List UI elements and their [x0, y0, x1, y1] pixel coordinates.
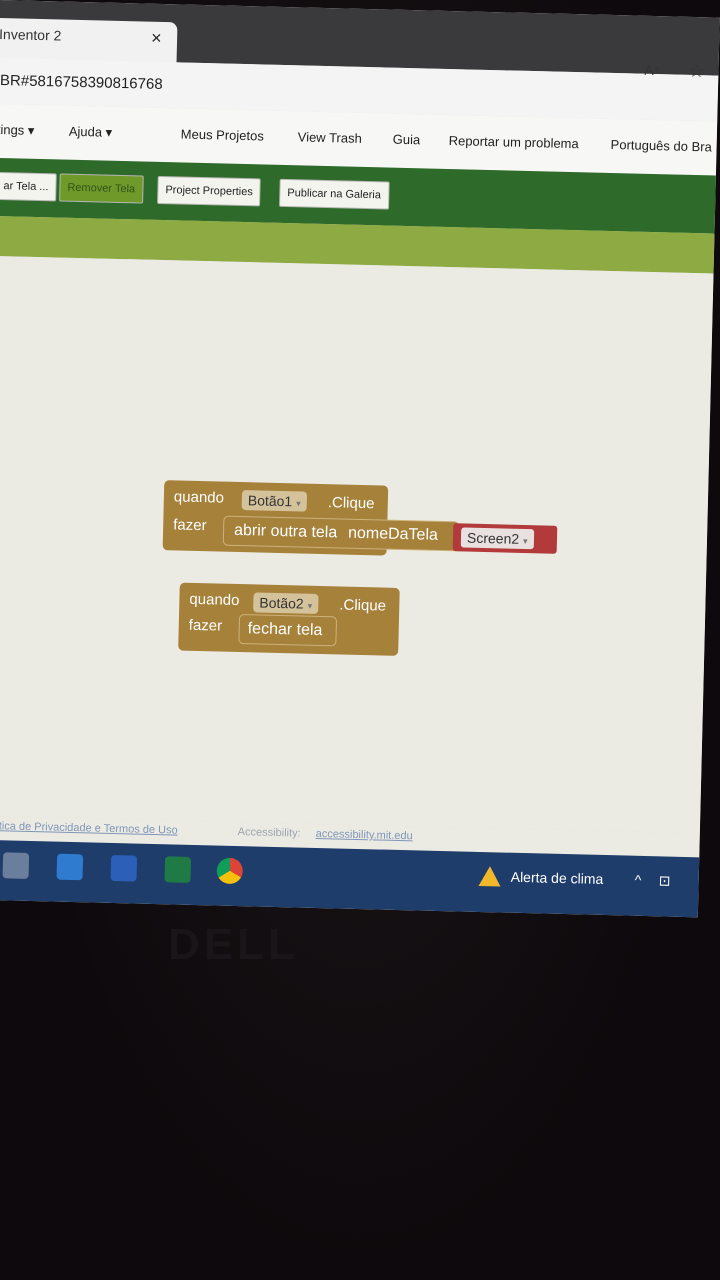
do-label: fazer: [173, 516, 207, 535]
brand-logo: DELL: [168, 920, 299, 969]
browser-tab[interactable]: Inventor 2 ×: [0, 17, 178, 65]
chevron-down-icon: ▾: [522, 535, 528, 547]
component-name: Botão2: [259, 594, 304, 612]
accessibility-label: Accessibility:: [237, 826, 301, 840]
accessibility-link[interactable]: accessibility.mit.edu: [316, 828, 413, 842]
screen-name-block[interactable]: Screen2 ▾: [452, 523, 558, 554]
laptop-screen: Inventor 2 × BR#5816758390816768 A⁴ ☆ ti…: [0, 0, 720, 918]
param-label: nomeDaTela: [347, 524, 439, 544]
component-dropdown[interactable]: Botão1 ▾: [241, 490, 307, 512]
network-icon[interactable]: ⊡: [658, 872, 670, 889]
blocks-workspace[interactable]: quando Botão1 ▾ .Clique fazer abrir outra…: [0, 255, 714, 834]
do-label: fazer: [188, 616, 223, 635]
remove-screen-button[interactable]: Remover Tela: [59, 173, 144, 204]
when-label: quando: [189, 590, 240, 610]
project-properties-button[interactable]: Project Properties: [157, 175, 262, 207]
close-screen-block[interactable]: fechar tela: [238, 614, 338, 647]
menu-my-projects[interactable]: Meus Projetos: [181, 126, 264, 143]
add-screen-button[interactable]: ar Tela ...: [0, 171, 57, 202]
store-icon[interactable]: [2, 852, 30, 879]
menu-settings[interactable]: tings ▾: [0, 122, 35, 139]
call-label: abrir outra tela: [233, 521, 338, 542]
event-label: .Clique: [339, 596, 387, 615]
chevron-down-icon: ▾: [296, 498, 301, 509]
close-icon[interactable]: ×: [151, 28, 162, 49]
warning-icon: [478, 865, 501, 887]
component-dropdown[interactable]: Botão2 ▾: [253, 592, 319, 614]
open-screen-block[interactable]: abrir outra tela nomeDaTela: [222, 515, 460, 552]
publish-gallery-button[interactable]: Publicar na Galeria: [279, 178, 390, 210]
chevron-down-icon: ▾: [307, 600, 313, 611]
component-name: Botão1: [247, 492, 293, 510]
read-aloud-icon[interactable]: A⁴: [644, 62, 660, 78]
menu-language[interactable]: Português do Bra: [610, 137, 712, 154]
menu-report-problem[interactable]: Reportar um problema: [449, 133, 579, 151]
menu-help[interactable]: Ajuda ▾: [69, 124, 113, 141]
menu-view-trash[interactable]: View Trash: [298, 129, 362, 146]
chrome-icon[interactable]: [216, 857, 244, 885]
screen-dropdown[interactable]: Screen2 ▾: [460, 527, 534, 550]
call-label: fechar tela: [247, 620, 323, 640]
weather-alert[interactable]: Alerta de clima: [511, 869, 604, 887]
star-icon[interactable]: ☆: [688, 61, 705, 82]
chevron-up-icon[interactable]: ^: [634, 872, 641, 888]
event-label: .Clique: [327, 494, 375, 513]
mail-icon[interactable]: [56, 853, 84, 881]
when-label: quando: [173, 488, 225, 507]
excel-icon[interactable]: [164, 856, 192, 883]
tab-title: Inventor 2: [0, 25, 62, 44]
screen-name: Screen2: [466, 529, 520, 547]
menu-guide[interactable]: Guia: [393, 132, 421, 148]
url-text[interactable]: BR#5816758390816768: [0, 72, 163, 93]
word-icon[interactable]: [110, 854, 138, 882]
privacy-link[interactable]: Política de Privacidade e Termos de Uso: [0, 820, 178, 837]
